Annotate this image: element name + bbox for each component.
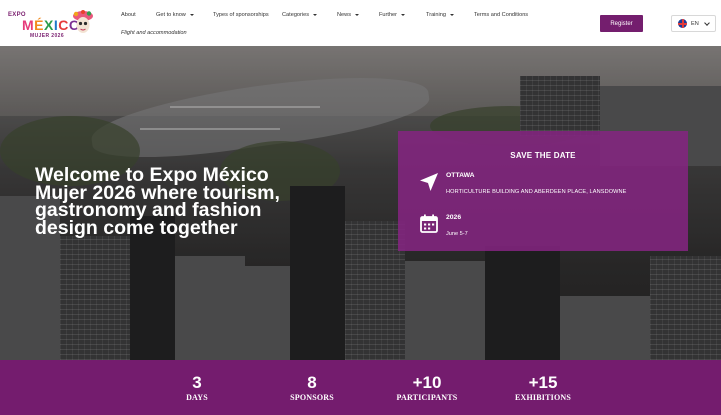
stat-participants: +10 PARTICIPANTS — [372, 374, 482, 402]
stat-label: EXHIBITIONS — [515, 393, 571, 402]
chevron-down-icon — [313, 13, 318, 16]
stat-number: 8 — [307, 373, 317, 392]
stat-days: 3 DAYS — [142, 374, 252, 402]
logo-mujer-text: MUJER 2026 — [30, 33, 65, 39]
nav-types-of-sponsorships[interactable]: Types of sponsorships — [213, 12, 269, 18]
stat-sponsors: 8 SPONSORS — [257, 374, 367, 402]
nav-get-to-know[interactable]: Get to know — [156, 12, 194, 18]
stat-label: DAYS — [186, 393, 208, 402]
language-selector[interactable]: EN — [671, 15, 716, 32]
stat-exhibitions: +15 EXHIBITIONS — [488, 374, 598, 402]
chevron-down-icon — [703, 19, 710, 26]
language-code: EN — [691, 20, 699, 27]
event-venue: HORTICULTURE BUILDING AND ABERDEEN PLACE… — [446, 189, 627, 195]
stat-number: 3 — [192, 373, 202, 392]
location-arrow-icon — [420, 173, 438, 191]
calendar-icon — [420, 214, 438, 233]
site-header: EXPO MÉXICO MUJER 2026 About Get to know… — [0, 0, 721, 46]
save-the-date-title: SAVE THE DATE — [510, 151, 576, 160]
nav-about[interactable]: About — [121, 12, 136, 18]
chevron-down-icon — [401, 13, 406, 16]
nav-terms-and-conditions[interactable]: Terms and Conditions — [474, 12, 528, 18]
hero-title: Welcome to Expo México Mujer 2026 where … — [35, 164, 280, 239]
nav-news[interactable]: News — [337, 12, 359, 18]
nav-categories[interactable]: Categories — [282, 12, 318, 18]
stat-label: SPONSORS — [290, 393, 334, 402]
nav-flight-and-accommodation[interactable]: Flight and accommodation — [121, 30, 187, 36]
chevron-down-icon — [450, 13, 455, 16]
stat-label: PARTICIPANTS — [396, 393, 458, 402]
stat-number: +15 — [528, 373, 558, 392]
event-city: OTTAWA — [446, 172, 475, 179]
nav-training[interactable]: Training — [426, 12, 455, 18]
stats-bar: 3 DAYS 8 SPONSORS +10 PARTICIPANTS +15 E… — [0, 360, 721, 415]
stat-number: +10 — [412, 373, 442, 392]
register-button[interactable]: Register — [600, 15, 643, 32]
uk-flag-icon — [678, 19, 687, 28]
chevron-down-icon — [355, 13, 359, 16]
save-the-date-card: SAVE THE DATE OTTAWA HORTICULTURE BUILDI… — [398, 131, 688, 251]
hero-banner: Welcome to Expo México Mujer 2026 where … — [0, 46, 721, 360]
chevron-down-icon — [189, 13, 194, 16]
nav-further[interactable]: Further — [379, 12, 406, 18]
catrina-face-icon — [73, 10, 93, 33]
event-year: 2026 — [446, 214, 462, 221]
main-navigation: About Get to know Types of sponsorships … — [121, 12, 541, 42]
event-dates: June 5-7 — [446, 231, 468, 237]
expo-mexico-mujer-logo[interactable]: EXPO MÉXICO MUJER 2026 — [8, 7, 94, 39]
